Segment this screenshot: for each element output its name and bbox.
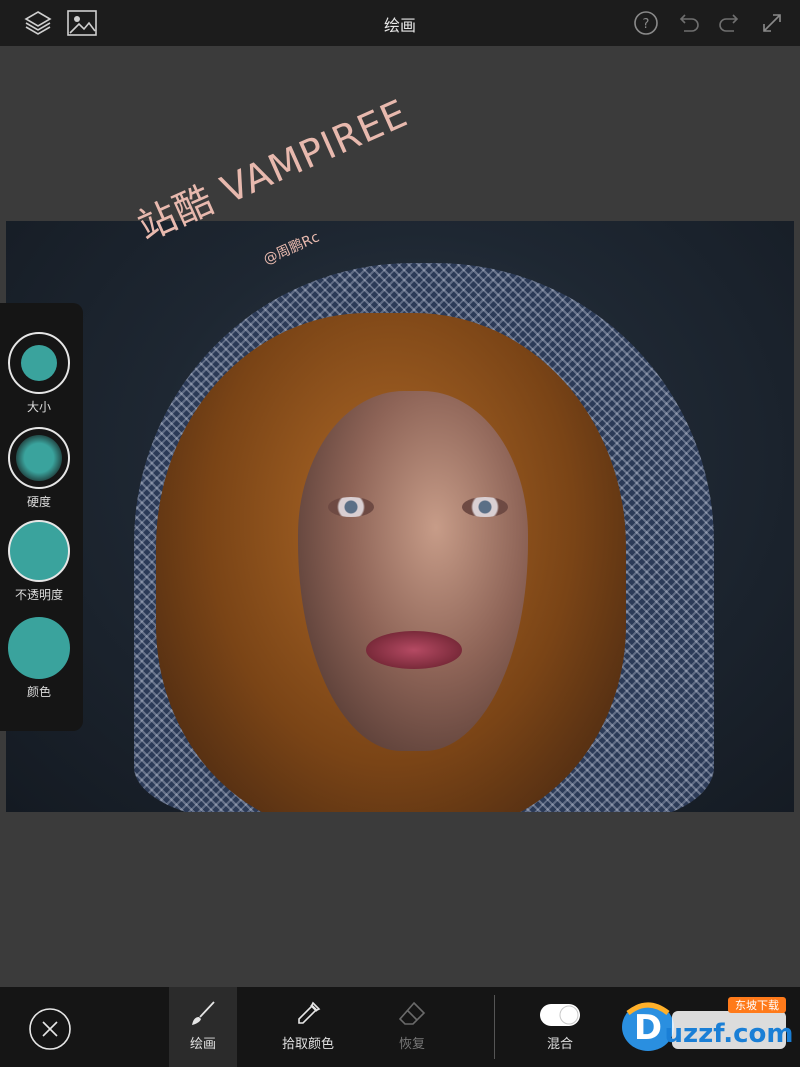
brush-color-control[interactable]: 颜色 (0, 617, 78, 700)
tab-paint-label: 绘画 (189, 1037, 216, 1052)
hardness-icon[interactable] (8, 427, 70, 489)
brush-hardness-control[interactable]: 硬度 (0, 427, 78, 510)
bottom-toolbar: 绘画 拾取颜色 恢复 混合 D uzzf.com 东坡下载 (0, 987, 800, 1067)
tab-pick-color[interactable]: 拾取颜色 (270, 987, 346, 1067)
color-icon[interactable] (8, 617, 70, 679)
brush-color-label: 颜色 (26, 685, 51, 699)
tab-paint[interactable]: 绘画 (169, 987, 237, 1067)
blend-toggle[interactable]: 混合 (528, 987, 592, 1067)
blend-toggle-label: 混合 (546, 1037, 573, 1052)
uzzf-logo-icon: D uzzf.com 东坡下载 (622, 997, 794, 1051)
photo-face (298, 391, 528, 751)
fullscreen-icon[interactable] (756, 8, 788, 38)
toggle-icon (540, 1004, 580, 1026)
brush-settings-panel: 大小 硬度 不透明度 颜色 (0, 303, 83, 731)
brush-icon (192, 1001, 215, 1025)
eraser-icon (398, 1001, 426, 1025)
photo-canvas[interactable] (6, 221, 794, 812)
eyedropper-icon (298, 1001, 321, 1024)
opacity-icon[interactable] (8, 520, 70, 582)
brush-size-control[interactable]: 大小 (0, 332, 78, 415)
close-button[interactable] (28, 1007, 72, 1051)
photo-lips (366, 631, 462, 669)
brush-size-label: 大小 (26, 400, 51, 414)
close-icon (29, 1008, 71, 1050)
top-bar: 绘画 ? (0, 0, 800, 46)
tab-restore-label: 恢复 (398, 1037, 425, 1052)
svg-text:?: ? (643, 17, 650, 32)
svg-text:东坡下载: 东坡下载 (735, 999, 779, 1012)
brush-opacity-control[interactable]: 不透明度 (0, 520, 78, 603)
svg-text:uzzf.com: uzzf.com (665, 1019, 794, 1049)
size-icon[interactable] (8, 332, 70, 394)
brush-opacity-label: 不透明度 (14, 588, 63, 602)
photo-eye-left (328, 497, 374, 517)
photo-eye-right (462, 497, 508, 517)
tab-pick-color-label: 拾取颜色 (281, 1037, 334, 1052)
undo-icon[interactable] (672, 8, 704, 38)
help-icon[interactable]: ? (630, 8, 662, 38)
site-logo: D uzzf.com 东坡下载 (610, 993, 796, 1059)
tab-restore[interactable]: 恢复 (380, 987, 444, 1067)
redo-icon[interactable] (714, 8, 746, 38)
svg-text:D: D (634, 1008, 662, 1048)
workspace: 站酷 VAMPIREE @周鹏Rc 大小 硬度 不透明度 颜色 (0, 46, 800, 987)
brush-hardness-label: 硬度 (26, 495, 51, 509)
toolbar-divider (494, 995, 495, 1059)
